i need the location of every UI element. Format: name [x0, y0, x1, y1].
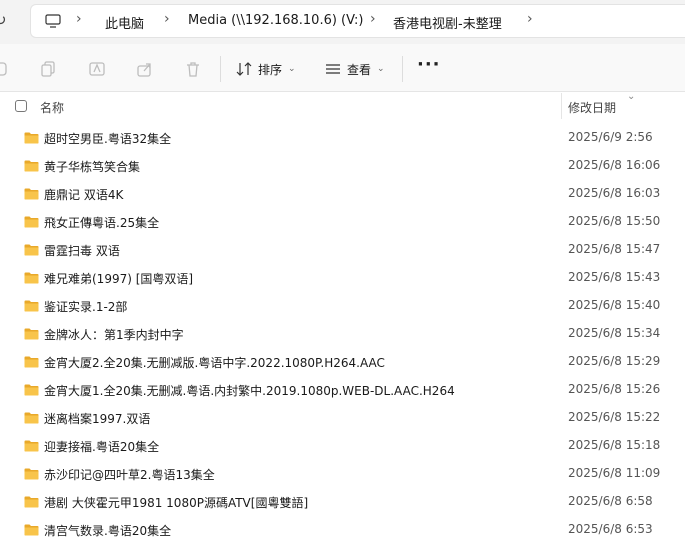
file-name: 金宵大厦2.全20集.无删减版.粤语中字.2022.1080P.H264.AAC [44, 356, 385, 370]
file-date-modified: 2025/6/8 15:22 [568, 410, 661, 424]
view-icon [326, 64, 340, 74]
address-bar[interactable]: › 此电脑 › Media (\\192.168.10.6) (V:) › 香港… [30, 4, 685, 38]
file-date-modified: 2025/6/8 16:06 [568, 158, 661, 172]
folder-icon [24, 356, 39, 368]
folder-icon [24, 160, 39, 172]
column-header: 名称 修改日期 ⌄ [0, 91, 685, 119]
sort-icon [236, 62, 252, 76]
folder-icon [24, 412, 39, 424]
list-item[interactable]: 金牌冰人：第1季内封中字 2025/6/8 15:34 [0, 320, 685, 348]
list-item[interactable]: 金宵大厦2.全20集.无删减版.粤语中字.2022.1080P.H264.AAC… [0, 348, 685, 376]
file-name: 港剧 大侠霍元甲1981 1080P源碼ATV[國粵雙語] [44, 496, 309, 510]
refresh-icon[interactable]: ↻ [0, 12, 10, 28]
toolbar-divider [402, 56, 403, 82]
rename-icon[interactable] [88, 60, 106, 78]
file-date-modified: 2025/6/8 15:50 [568, 214, 661, 228]
column-header-date-modified[interactable]: 修改日期 [568, 99, 616, 116]
breadcrumb-item-current-folder[interactable]: 香港电视剧-未整理 [393, 13, 502, 32]
file-date-modified: 2025/6/8 15:18 [568, 438, 661, 452]
file-name: 金宵大厦1.全20集.无删减.粤语.内封繁中.2019.1080p.WEB-DL… [44, 384, 455, 398]
new-item-icon[interactable] [0, 60, 10, 78]
file-name: 迎妻接福.粤语20集全 [44, 440, 160, 454]
breadcrumb-item-this-pc[interactable]: 此电脑 [105, 13, 144, 32]
view-label: 查看 [347, 62, 372, 77]
chevron-right-icon[interactable]: › [370, 11, 376, 27]
share-icon[interactable] [136, 60, 154, 78]
file-name: 清宫气数录.粤语20集全 [44, 524, 172, 538]
column-header-name[interactable]: 名称 [40, 99, 64, 116]
list-item[interactable]: 雷霆扫毒 双语 2025/6/8 15:47 [0, 236, 685, 264]
file-date-modified: 2025/6/8 6:58 [568, 494, 653, 508]
file-name: 赤沙印记@四叶草2.粤语13集全 [44, 468, 215, 482]
file-date-modified: 2025/6/8 15:29 [568, 354, 661, 368]
this-pc-icon [45, 14, 61, 28]
folder-icon [24, 132, 39, 144]
list-item[interactable]: 金宵大厦1.全20集.无删减.粤语.内封繁中.2019.1080p.WEB-DL… [0, 376, 685, 404]
copy-icon[interactable] [40, 60, 58, 78]
toolbar-divider [220, 56, 221, 82]
sort-chevron-icon: ⌄ [627, 91, 636, 102]
select-all-checkbox[interactable] [15, 100, 27, 112]
file-name: 超时空男臣.粤语32集全 [44, 132, 172, 146]
list-item[interactable]: 飛女正傳粵语.25集全 2025/6/8 15:50 [0, 208, 685, 236]
folder-icon [24, 468, 39, 480]
list-item[interactable]: 迎妻接福.粤语20集全 2025/6/8 15:18 [0, 432, 685, 460]
folder-icon [24, 272, 39, 284]
folder-icon [24, 300, 39, 312]
file-name: 飛女正傳粵语.25集全 [44, 216, 160, 230]
breadcrumb-item-media-drive[interactable]: Media (\\192.168.10.6) (V:) [188, 13, 363, 28]
file-list: 超时空男臣.粤语32集全 2025/6/9 2:56 黄子华栋笃笑合集 2025/6/… [0, 124, 685, 544]
chevron-down-icon: ⌄ [377, 64, 385, 74]
view-button[interactable]: 查看 ⌄ [325, 59, 385, 79]
column-resize-handle[interactable] [561, 93, 562, 119]
folder-icon [24, 188, 39, 200]
chevron-right-icon[interactable]: › [76, 11, 82, 27]
list-item[interactable]: 港剧 大侠霍元甲1981 1080P源碼ATV[國粵雙語] 2025/6/8 6:… [0, 488, 685, 516]
chevron-right-icon[interactable]: › [164, 11, 170, 27]
sort-label: 排序 [258, 62, 283, 77]
file-date-modified: 2025/6/8 15:26 [568, 382, 661, 396]
file-date-modified: 2025/6/8 6:53 [568, 522, 653, 536]
folder-icon [24, 216, 39, 228]
delete-icon[interactable] [184, 60, 202, 78]
list-item[interactable]: 鉴证实录.1-2部 2025/6/8 15:40 [0, 292, 685, 320]
list-item[interactable]: 赤沙印记@四叶草2.粤语13集全 2025/6/8 11:09 [0, 460, 685, 488]
file-name: 难兄难弟(1997) [国粤双语] [44, 272, 194, 286]
file-name: 迷离档案1997.双语 [44, 412, 151, 426]
command-bar: 排序 ⌄ 查看 ⌄ ··· [0, 44, 685, 92]
file-name: 雷霆扫毒 双语 [44, 244, 120, 258]
folder-icon [24, 496, 39, 508]
list-item[interactable]: 清宫气数录.粤语20集全 2025/6/8 6:53 [0, 516, 685, 544]
file-name: 黄子华栋笃笑合集 [44, 160, 141, 174]
sort-button[interactable]: 排序 ⌄ [236, 59, 296, 79]
list-item[interactable]: 黄子华栋笃笑合集 2025/6/8 16:06 [0, 152, 685, 180]
file-name: 鹿鼎记 双语4K [44, 188, 124, 202]
folder-icon [24, 244, 39, 256]
file-date-modified: 2025/6/8 15:34 [568, 326, 661, 340]
more-options-button[interactable]: ··· [417, 54, 441, 75]
folder-icon [24, 524, 39, 536]
file-date-modified: 2025/6/8 15:40 [568, 298, 661, 312]
chevron-down-icon: ⌄ [288, 64, 296, 74]
file-date-modified: 2025/6/9 2:56 [568, 130, 653, 144]
list-item[interactable]: 难兄难弟(1997) [国粤双语] 2025/6/8 15:43 [0, 264, 685, 292]
file-date-modified: 2025/6/8 15:43 [568, 270, 661, 284]
folder-icon [24, 328, 39, 340]
folder-icon [24, 440, 39, 452]
file-date-modified: 2025/6/8 15:47 [568, 242, 661, 256]
list-item[interactable]: 迷离档案1997.双语 2025/6/8 15:22 [0, 404, 685, 432]
file-date-modified: 2025/6/8 16:03 [568, 186, 661, 200]
chevron-right-icon[interactable]: › [527, 11, 533, 27]
folder-icon [24, 384, 39, 396]
file-date-modified: 2025/6/8 11:09 [568, 466, 661, 480]
file-name: 鉴证实录.1-2部 [44, 300, 128, 314]
list-item[interactable]: 超时空男臣.粤语32集全 2025/6/9 2:56 [0, 124, 685, 152]
address-bar-area: ↻ › 此电脑 › Media (\\192.168.10.6) (V:) › … [0, 0, 685, 44]
file-name: 金牌冰人：第1季内封中字 [44, 328, 184, 342]
list-item[interactable]: 鹿鼎记 双语4K 2025/6/8 16:03 [0, 180, 685, 208]
